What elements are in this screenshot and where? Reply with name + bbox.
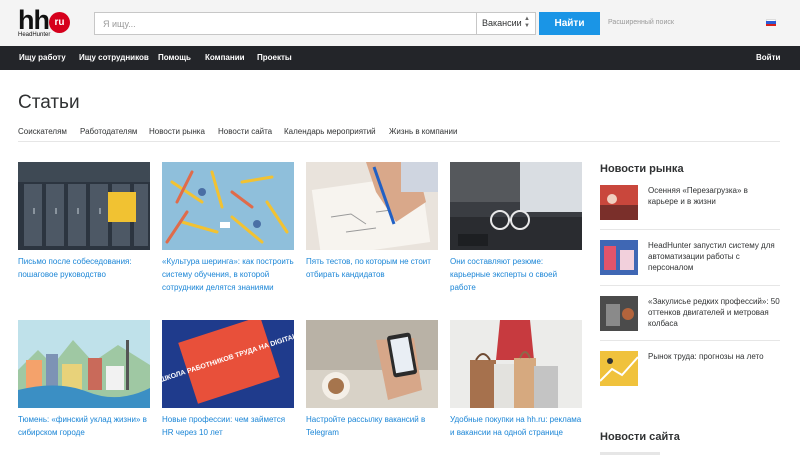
divider xyxy=(600,285,780,286)
search-category-select[interactable]: Вакансии ▲ ▼ xyxy=(476,12,536,35)
search-input[interactable] xyxy=(94,12,476,35)
article-title[interactable]: Настройте рассылку вакансий в Telegram xyxy=(306,413,438,439)
article-title[interactable]: Новые профессии: чем займется HR через 1… xyxy=(162,413,294,439)
article-title[interactable]: Они составляют резюме: карьерные эксперт… xyxy=(450,255,582,294)
nav-item-projects[interactable]: Проекты xyxy=(257,46,292,70)
search-button[interactable]: Найти xyxy=(539,12,600,35)
market-news-item[interactable]: Осенняя «Перезагрузка» в карьере и в жиз… xyxy=(600,185,780,225)
news-title[interactable]: Рынок труда: прогнозы на лето xyxy=(648,351,780,362)
article-card[interactable]: Письмо после собеседования: пошаговое ру… xyxy=(18,162,150,281)
divider xyxy=(600,340,780,341)
news-thumbnail[interactable] xyxy=(600,351,638,386)
tab-job-seekers[interactable]: Соискателям xyxy=(18,127,67,136)
divider xyxy=(600,229,780,230)
news-title[interactable]: HeadHunter запустил систему для автомати… xyxy=(648,240,780,273)
market-news-heading: Новости рынка xyxy=(600,163,684,175)
login-link[interactable]: Войти xyxy=(756,46,780,70)
article-card[interactable]: Они составляют резюме: карьерные эксперт… xyxy=(450,162,582,294)
hh-logo[interactable]: hh ru HeadHunter xyxy=(18,6,74,40)
logo-text: hh xyxy=(18,5,50,35)
article-image-badge[interactable]: ШКОЛА РАБОТНИКОВ ТРУДА НА DIGITAL xyxy=(162,320,294,408)
page-title: Статьи xyxy=(18,92,80,113)
tab-site-news[interactable]: Новости сайта xyxy=(218,127,272,136)
tab-employers[interactable]: Работодателям xyxy=(80,127,137,136)
article-card[interactable]: Настройте рассылку вакансий в Telegram xyxy=(306,320,438,439)
article-image-phone[interactable] xyxy=(306,320,438,408)
article-card[interactable]: Удобные покупки на hh.ru: реклама и вака… xyxy=(450,320,582,439)
main-nav: Ищу работу Ищу сотрудников Помощь Компан… xyxy=(0,46,800,70)
category-tabs: Соискателям Работодателям Новости рынка … xyxy=(18,123,780,142)
article-image-writing[interactable] xyxy=(306,162,438,250)
news-title[interactable]: Осенняя «Перезагрузка» в карьере и в жиз… xyxy=(648,185,780,207)
nav-item-find-employees[interactable]: Ищу сотрудников xyxy=(79,46,149,70)
article-card[interactable]: Тюмень: «финский уклад жизни» в сибирско… xyxy=(18,320,150,439)
site-news-heading: Новости сайта xyxy=(600,431,680,443)
article-image-shopping[interactable] xyxy=(450,320,582,408)
market-news-item[interactable]: Рынок труда: прогнозы на лето xyxy=(600,351,780,391)
article-title[interactable]: Пять тестов, по которым не стоит отбират… xyxy=(306,255,438,281)
article-image-lockers[interactable] xyxy=(18,162,150,250)
search-category-value: Вакансии xyxy=(482,18,522,28)
market-news-item[interactable]: HeadHunter запустил систему для автомати… xyxy=(600,240,780,280)
article-title[interactable]: «Культура шеринга»: как построить систем… xyxy=(162,255,294,294)
logo-badge: ru xyxy=(49,12,70,33)
logo-subtitle: HeadHunter xyxy=(18,32,51,38)
advanced-search-link[interactable]: Расширенный поиск xyxy=(608,19,674,26)
news-thumbnail[interactable] xyxy=(600,185,638,220)
nav-item-find-job[interactable]: Ищу работу xyxy=(19,46,66,70)
top-bar: hh ru HeadHunter Вакансии ▲▼ Найти Расши… xyxy=(0,0,800,46)
nav-item-companies[interactable]: Компании xyxy=(205,46,245,70)
russian-flag-icon[interactable] xyxy=(766,19,776,26)
news-title[interactable]: «Закулисье редких профессий»: 50 оттенко… xyxy=(648,296,780,329)
article-image-tyumen[interactable] xyxy=(18,320,150,408)
news-thumbnail[interactable] xyxy=(600,296,638,331)
article-image-pencils[interactable] xyxy=(162,162,294,250)
article-title[interactable]: Удобные покупки на hh.ru: реклама и вака… xyxy=(450,413,582,439)
news-thumbnail[interactable] xyxy=(600,240,638,275)
article-card[interactable]: «Культура шеринга»: как построить систем… xyxy=(162,162,294,294)
tab-market-news[interactable]: Новости рынка xyxy=(149,127,205,136)
nav-item-help[interactable]: Помощь xyxy=(158,46,191,70)
article-card[interactable]: ШКОЛА РАБОТНИКОВ ТРУДА НА DIGITAL Новые … xyxy=(162,320,294,439)
market-news-item[interactable]: «Закулисье редких профессий»: 50 оттенко… xyxy=(600,296,780,336)
tab-events-calendar[interactable]: Календарь мероприятий xyxy=(284,127,376,136)
select-arrows-icon: ▲ ▼ xyxy=(524,16,530,29)
article-image-laptop[interactable] xyxy=(450,162,582,250)
tab-company-life[interactable]: Жизнь в компании xyxy=(389,127,457,136)
article-card[interactable]: Пять тестов, по которым не стоит отбират… xyxy=(306,162,438,281)
article-title[interactable]: Письмо после собеседования: пошаговое ру… xyxy=(18,255,150,281)
article-title[interactable]: Тюмень: «финский уклад жизни» в сибирско… xyxy=(18,413,150,439)
